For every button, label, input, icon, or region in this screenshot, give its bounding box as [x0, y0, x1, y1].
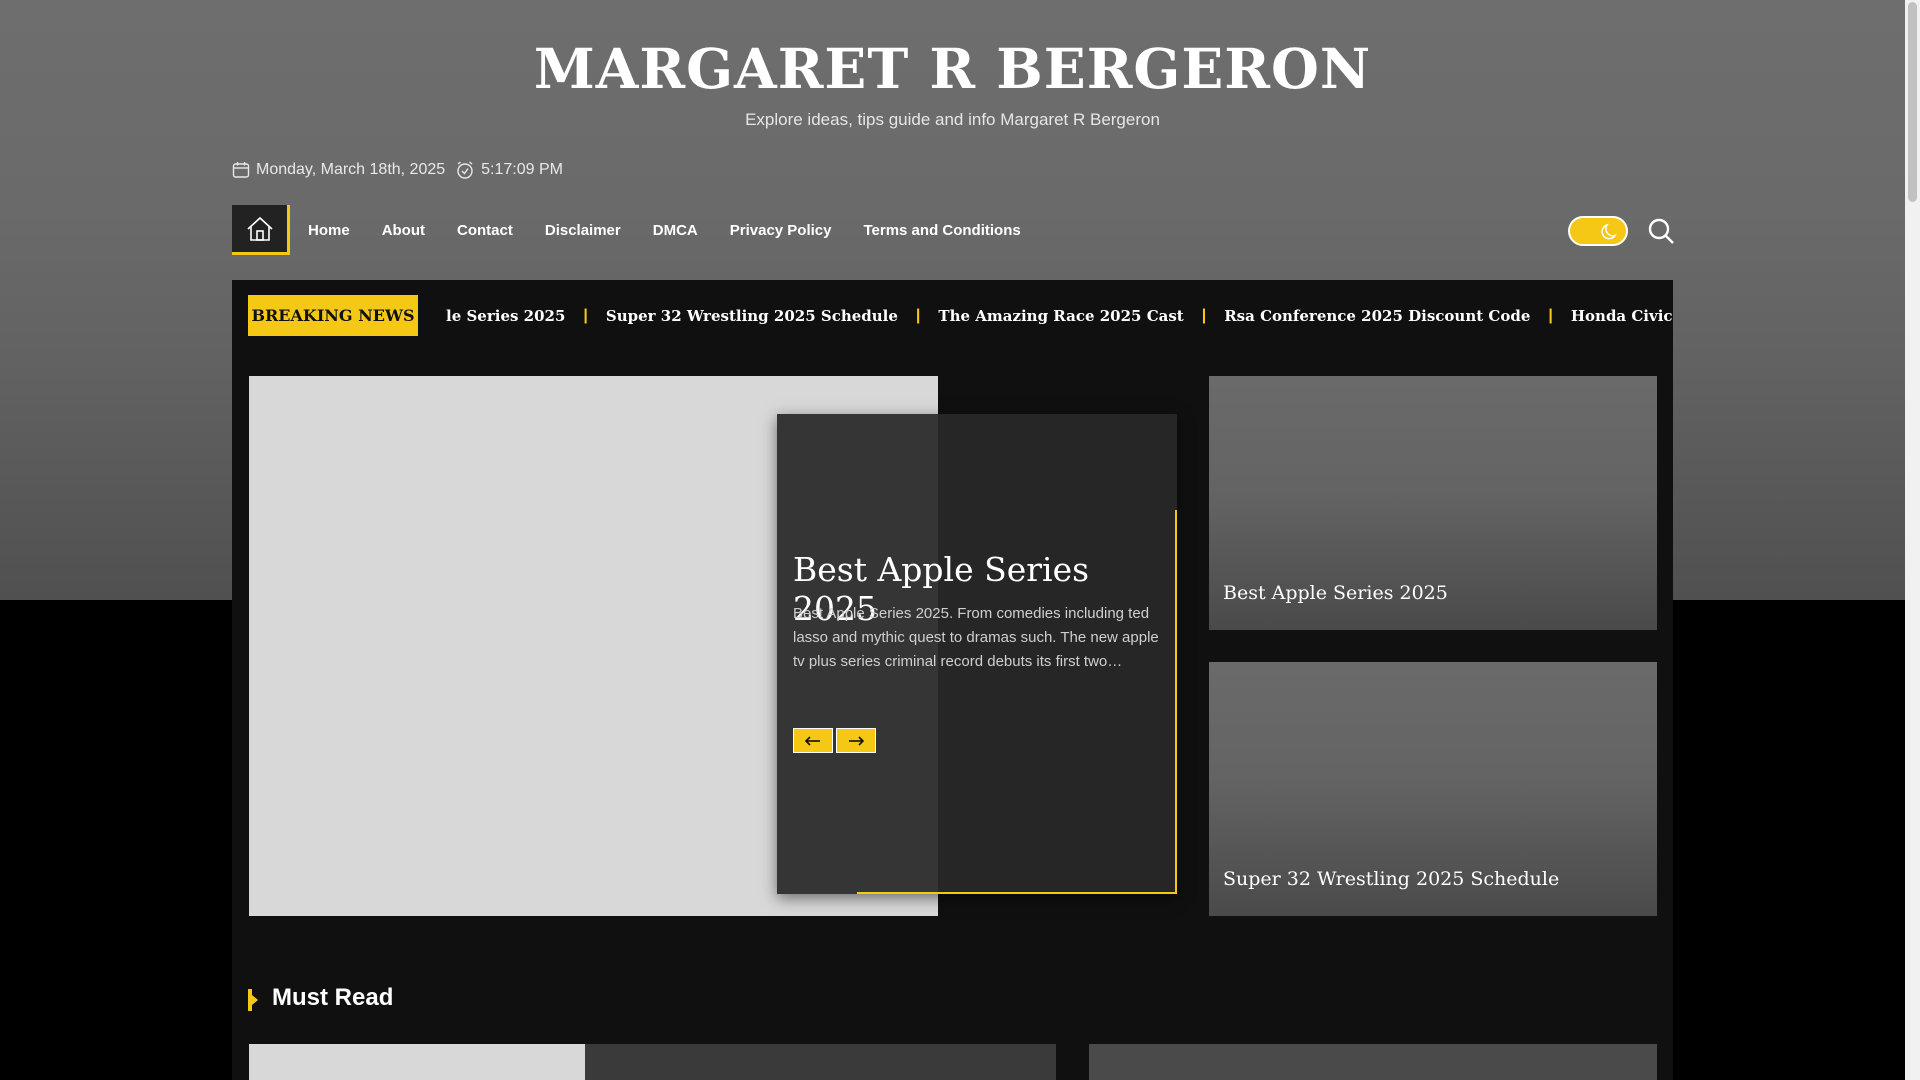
home-icon — [246, 216, 273, 241]
section-marker-tick — [252, 995, 258, 1005]
nav-dmca[interactable]: DMCA — [653, 222, 698, 239]
current-date: Monday, March 18th, 2025 — [256, 161, 446, 178]
dateline: Monday, March 18th, 2025 5:17:09 PM — [232, 158, 563, 182]
must-read-image[interactable] — [249, 1044, 585, 1080]
nav-about[interactable]: About — [382, 222, 425, 239]
page-scrollbar[interactable] — [1905, 0, 1920, 1080]
must-read-text-card[interactable] — [585, 1044, 1056, 1080]
ticker-item[interactable]: Rsa Conference 2025 Discount Code — [1206, 307, 1548, 325]
clock-icon — [457, 161, 473, 179]
site-tagline: Explore ideas, tips guide and info Marga… — [745, 110, 1160, 129]
slider-excerpt: Best Apple Series 2025. From comedies in… — [793, 605, 1159, 670]
dark-mode-toggle[interactable] — [1568, 216, 1628, 246]
side-post-title[interactable]: Super 32 Wrestling 2025 Schedule — [1223, 868, 1559, 890]
breaking-news-ticker: le Series 2025 | Super 32 Wrestling 2025… — [440, 295, 1673, 336]
arrow-left-icon — [804, 735, 820, 746]
main-navigation: Home About Contact Disclaimer DMCA Priva… — [232, 205, 1037, 255]
search-button[interactable] — [1646, 216, 1676, 246]
slider-card-accent-right — [1175, 510, 1177, 894]
calendar-icon — [232, 162, 250, 178]
slider-prev-button[interactable] — [793, 728, 833, 753]
nav-terms-and-conditions[interactable]: Terms and Conditions — [863, 222, 1020, 239]
nav-home[interactable]: Home — [308, 222, 350, 239]
nav-contact[interactable]: Contact — [457, 222, 513, 239]
slider-next-button[interactable] — [836, 728, 876, 753]
scrollbar-thumb[interactable] — [1908, 2, 1917, 202]
arrow-right-icon — [849, 735, 865, 746]
home-icon-button[interactable] — [232, 205, 290, 255]
slider-card-accent-bottom — [857, 892, 1177, 894]
ticker-item[interactable]: Super 32 Wrestling 2025 Schedule — [588, 307, 916, 325]
ticker-track: le Series 2025 | Super 32 Wrestling 2025… — [440, 295, 1673, 336]
current-time: 5:17:09 PM — [481, 161, 563, 178]
must-read-heading: Must Read — [272, 984, 394, 1011]
side-post-card[interactable]: Best Apple Series 2025 — [1209, 376, 1657, 630]
breaking-news-label: BREAKING NEWS — [248, 295, 418, 336]
moon-icon — [1601, 223, 1617, 240]
site-title[interactable]: MARGARET R BERGERON — [0, 36, 1905, 101]
nav-privacy-policy[interactable]: Privacy Policy — [730, 222, 832, 239]
ticker-item[interactable]: le Series 2025 — [440, 307, 583, 325]
ticker-item[interactable]: Honda Civic 2025 Price California — [1553, 307, 1673, 325]
side-post-title[interactable]: Best Apple Series 2025 — [1223, 582, 1448, 604]
nav-disclaimer[interactable]: Disclaimer — [545, 222, 621, 239]
ticker-item[interactable]: The Amazing Race 2025 Cast — [920, 307, 1201, 325]
side-post-card[interactable]: Super 32 Wrestling 2025 Schedule — [1209, 662, 1657, 916]
must-read-side-card[interactable] — [1089, 1044, 1657, 1080]
search-icon — [1648, 218, 1674, 244]
